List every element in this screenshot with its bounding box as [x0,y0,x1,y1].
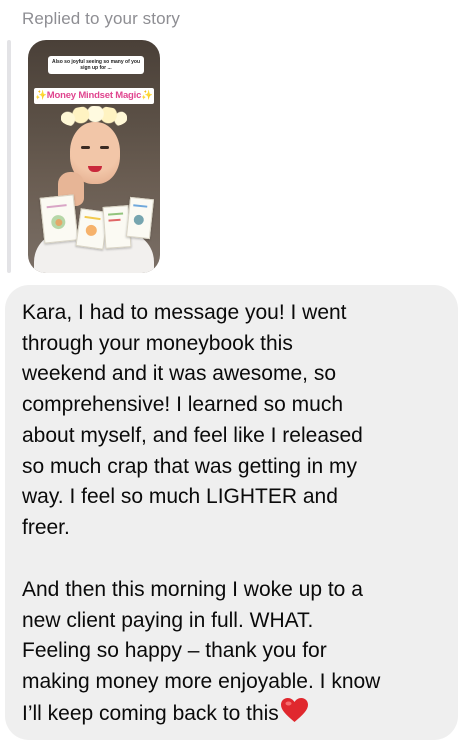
story-eye-left [81,146,90,149]
story-thumbnail[interactable]: Also so joyful seeing so many of you sig… [28,40,160,273]
message-paragraph-1: Kara, I had to message you! I went throu… [22,301,363,539]
story-eye-right [100,146,109,149]
message-paragraph-2-wrapper: And then this morning I woke up to a new… [22,575,448,733]
red-heart-icon [280,697,308,733]
reply-header: Replied to your story [22,9,181,28]
story-caption: Also so joyful seeing so many of you sig… [48,56,144,74]
story-lips [88,166,102,172]
message-paragraph-2: And then this morning I woke up to a new… [22,578,381,725]
story-title: ✨Money Mindset Magic✨ [34,88,154,104]
reply-indicator-bar [7,40,11,273]
story-book-1 [39,194,79,244]
story-book-4 [125,196,155,240]
